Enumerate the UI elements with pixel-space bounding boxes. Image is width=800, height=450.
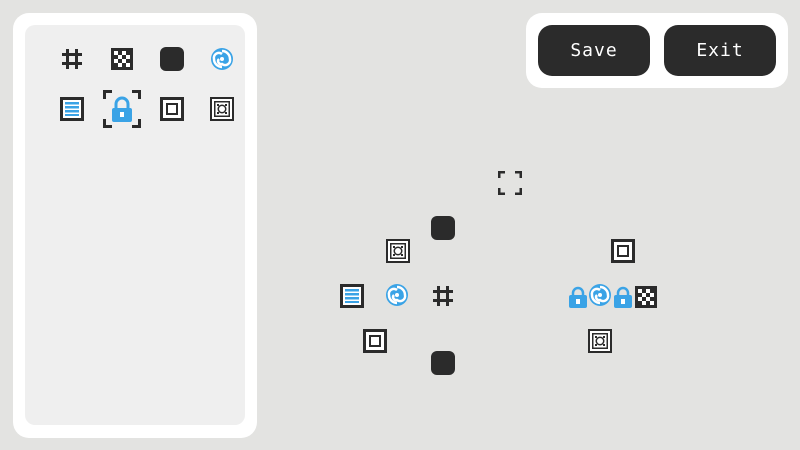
board-piece-ornate-frame[interactable]	[386, 239, 410, 263]
board-piece-checker[interactable]	[634, 285, 658, 309]
board-piece-swirl[interactable]	[588, 283, 612, 307]
palette-tile-hash[interactable]	[60, 47, 84, 71]
board-piece-ornate-frame[interactable]	[588, 329, 612, 353]
palette-tile-lock-selected[interactable]	[102, 89, 142, 129]
corner-brackets-icon	[498, 171, 522, 195]
board-piece-swirl[interactable]	[385, 283, 409, 307]
save-button[interactable]: Save	[538, 25, 650, 76]
swirl-icon	[386, 284, 408, 306]
striped-panel-icon	[60, 97, 84, 121]
square-frame-icon	[611, 239, 635, 263]
board-piece-dark-block[interactable]	[431, 351, 455, 375]
dark-block-icon	[431, 216, 455, 240]
toolbar: Save Exit	[526, 13, 788, 88]
palette-tile-square-frame[interactable]	[160, 97, 184, 121]
palette-tile-striped-panel[interactable]	[60, 97, 84, 121]
checker-icon	[111, 48, 133, 70]
lock-icon	[103, 90, 141, 128]
hash-icon	[433, 286, 453, 306]
board-piece-dark-block[interactable]	[431, 216, 455, 240]
square-frame-icon	[160, 97, 184, 121]
ornate-frame-icon	[386, 239, 410, 263]
exit-button[interactable]: Exit	[664, 25, 776, 76]
palette-tile-dark-block[interactable]	[160, 47, 184, 71]
tile-palette	[13, 13, 257, 438]
board-piece-square-frame[interactable]	[611, 239, 635, 263]
board-piece-hash[interactable]	[431, 284, 455, 308]
hash-icon	[62, 49, 82, 69]
board-piece-striped-panel[interactable]	[340, 284, 364, 308]
lock-icon	[614, 286, 632, 308]
board-piece-lock[interactable]	[566, 285, 590, 309]
board-piece-square-frame[interactable]	[363, 329, 387, 353]
striped-panel-icon	[340, 284, 364, 308]
palette-tile-swirl[interactable]	[210, 47, 234, 71]
board-piece-lock[interactable]	[611, 285, 635, 309]
board-piece-corner-brackets[interactable]	[498, 171, 522, 195]
dark-block-icon	[431, 351, 455, 375]
palette-tile-ornate-frame[interactable]	[210, 97, 234, 121]
lock-icon	[569, 286, 587, 308]
tile-palette-inner	[25, 25, 245, 425]
palette-tile-checker[interactable]	[110, 47, 134, 71]
ornate-frame-icon	[210, 97, 234, 121]
ornate-frame-icon	[588, 329, 612, 353]
dark-block-icon	[160, 47, 184, 71]
square-frame-icon	[363, 329, 387, 353]
swirl-icon	[211, 48, 233, 70]
checker-icon	[635, 286, 657, 308]
swirl-icon	[589, 284, 611, 306]
